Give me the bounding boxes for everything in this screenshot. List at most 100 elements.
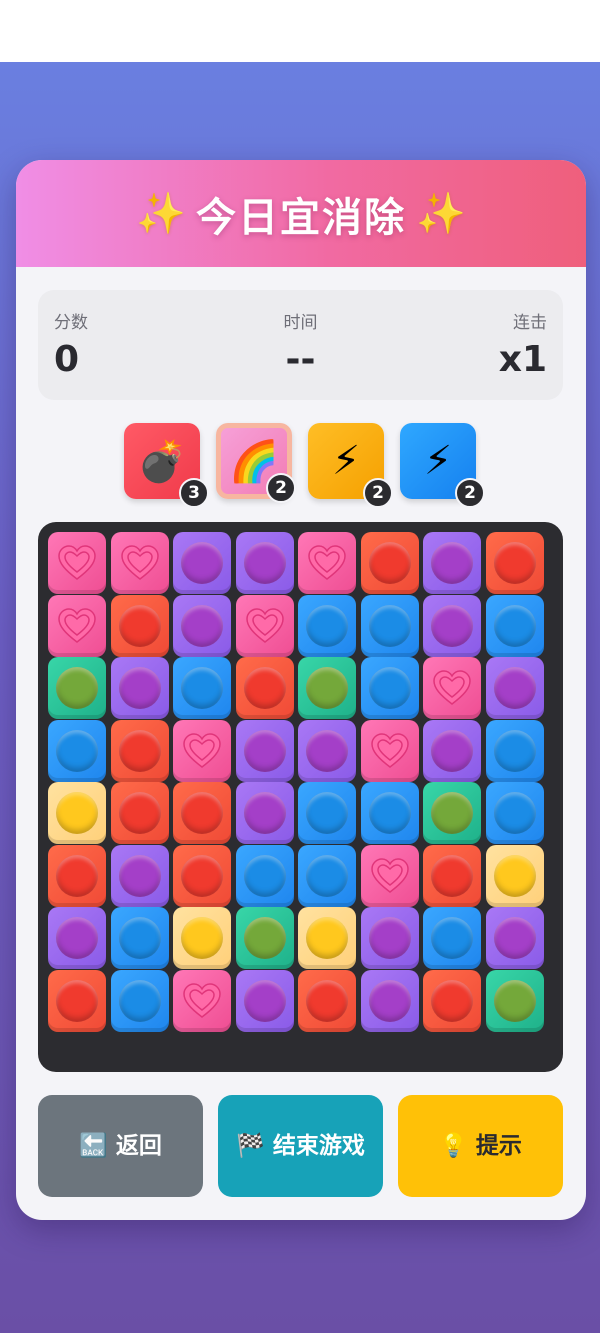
board-tile-blue[interactable] [360,594,419,657]
board-tile-purple[interactable] [235,969,294,1032]
board-tile-red[interactable] [110,782,169,844]
board-tile-red[interactable] [423,844,481,907]
bomb-powerup-button[interactable]: 💣 3 [124,423,209,508]
sparkle-icon: ✨ [136,191,186,237]
blue-gem-icon [181,667,223,709]
board-tile-green[interactable] [298,657,356,719]
lightbulb-icon: 💡 [439,1132,468,1159]
board-tile-heart[interactable] [173,719,231,782]
board-tile-blue[interactable] [173,657,231,719]
board-tile-green[interactable] [485,969,544,1032]
heart-icon [183,732,221,768]
board-tile-red[interactable] [48,844,106,907]
board-tile-red[interactable] [110,719,169,782]
sparkle-icon: ✨ [416,191,466,237]
board-tile-blue[interactable] [298,594,356,657]
board-tile-heart[interactable] [173,969,231,1032]
blue-gem-icon [368,667,411,709]
blue-gem-icon [56,729,98,772]
board-tile-red[interactable] [485,532,544,594]
board-tile-blue[interactable] [485,719,544,782]
lightning-blue-powerup-button[interactable]: ⚡ 2 [400,423,485,508]
board-tile-purple[interactable] [360,969,419,1032]
board-tile-purple[interactable] [48,907,106,969]
board-tile-heart[interactable] [48,594,106,657]
board-tile-purple[interactable] [298,719,356,782]
board-tile-red[interactable] [235,657,294,719]
board-tile-red[interactable] [298,969,356,1032]
board-tile-red[interactable] [48,969,106,1032]
board-tile-red[interactable] [173,782,231,844]
back-button[interactable]: 🔙 返回 [38,1095,203,1197]
board-tile-blue[interactable] [360,782,419,844]
red-gem-icon [493,542,536,584]
board-tile-purple[interactable] [235,782,294,844]
purple-gem-icon [493,667,536,709]
board-tile-heart[interactable] [235,594,294,657]
board-tile-heart[interactable] [360,719,419,782]
board-tile-yellow[interactable] [48,782,106,844]
board-tile-heart[interactable] [423,657,481,719]
board-tile-blue[interactable] [110,969,169,1032]
board-tile-yellow[interactable] [298,907,356,969]
back-button-label: 返回 [115,1132,162,1159]
blue-gem-icon [493,604,536,647]
heart-icon [370,857,409,893]
board-tile-purple[interactable] [423,532,481,594]
board-tile-green[interactable] [235,907,294,969]
purple-gem-icon [431,542,473,584]
board-tile-purple[interactable] [235,719,294,782]
board-tile-red[interactable] [110,594,169,657]
board-tile-heart[interactable] [48,532,106,594]
board-tile-blue[interactable] [423,907,481,969]
purple-gem-icon [493,917,536,959]
board-tile-heart[interactable] [360,844,419,907]
board-tile-heart[interactable] [298,532,356,594]
board-tile-blue[interactable] [48,719,106,782]
board-tile-purple[interactable] [110,844,169,907]
board-tile-purple[interactable] [173,594,231,657]
board-tile-yellow[interactable] [173,907,231,969]
board-tile-blue[interactable] [110,907,169,969]
board-tile-purple[interactable] [423,719,481,782]
lightning-icon: ⚡ [331,438,361,484]
combo-value: x1 [498,339,547,380]
board-tile-purple[interactable] [423,594,481,657]
hint-button[interactable]: 💡 提示 [398,1095,563,1197]
board-tile-blue[interactable] [485,594,544,657]
checkered-flag-icon: 🏁 [236,1132,265,1159]
board-tile-blue[interactable] [298,844,356,907]
board-tile-purple[interactable] [360,907,419,969]
red-gem-icon [118,604,161,647]
board-tile-blue[interactable] [360,657,419,719]
blue-gem-icon [306,604,348,647]
board-tile-blue[interactable] [298,782,356,844]
blue-gem-icon [493,729,536,772]
board-tile-red[interactable] [423,969,481,1032]
powerup-count-badge: 2 [266,473,296,503]
purple-gem-icon [118,854,161,897]
board-tile-purple[interactable] [485,907,544,969]
board-tile-red[interactable] [173,844,231,907]
red-gem-icon [118,729,161,772]
blue-gem-icon [493,792,536,834]
rainbow-powerup-button[interactable]: 🌈 2 [216,423,296,503]
board-tile-heart[interactable] [110,532,169,594]
purple-gem-icon [181,542,223,584]
board-tile-purple[interactable] [485,657,544,719]
title-bar: ✨ 今日宜消除 ✨ [16,160,586,267]
board-tile-green[interactable] [423,782,481,844]
board-tile-blue[interactable] [485,782,544,844]
game-board [38,522,563,1072]
board-tile-red[interactable] [360,532,419,594]
lightning-orange-powerup-button[interactable]: ⚡ 2 [308,423,393,508]
board-tile-yellow[interactable] [485,844,544,907]
end-game-button[interactable]: 🏁 结束游戏 [218,1095,383,1197]
board-tile-purple[interactable] [173,532,231,594]
blue-gem-icon [118,979,161,1022]
board-tile-purple[interactable] [110,657,169,719]
blue-gem-icon [306,792,348,834]
board-tile-purple[interactable] [235,532,294,594]
board-tile-blue[interactable] [235,844,294,907]
board-tile-green[interactable] [48,657,106,719]
